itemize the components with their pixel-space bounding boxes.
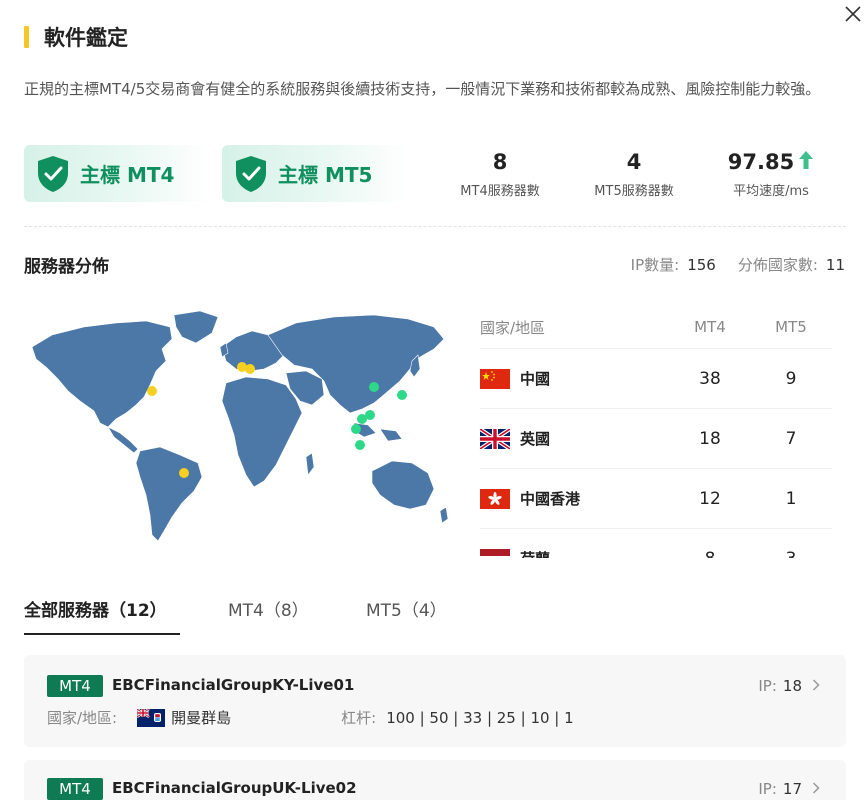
tab-mt4[interactable]: MT4（8） bbox=[228, 596, 309, 621]
server-name: EBCFinancialGroupUK-Live02 bbox=[112, 779, 357, 797]
leverage-value: 100 | 50 | 33 | 25 | 10 | 1 bbox=[386, 708, 574, 727]
table-row: 荷蘭 8 3 bbox=[480, 529, 832, 558]
server-tabs: 全部服務器（12） MT4（8） MT5（4） bbox=[24, 596, 464, 636]
country-mt4-count: 8 bbox=[670, 549, 750, 559]
china-flag-icon bbox=[480, 368, 510, 389]
stat-speed-value: 97.85 bbox=[727, 150, 795, 174]
stat-avg-speed: 97.85 平均速度/ms bbox=[716, 148, 826, 199]
country-mt5-count: 1 bbox=[785, 488, 797, 509]
table-row: 英國 18 7 bbox=[480, 409, 832, 469]
country-mt5-count: 9 bbox=[785, 368, 797, 389]
distribution-stats: IP數量: 156 分佈國家數: 11 bbox=[631, 254, 845, 275]
platform-tag: MT4 bbox=[47, 778, 103, 800]
col-header-mt5: MT5 bbox=[775, 318, 807, 336]
leverage-label: 杠杆: bbox=[341, 709, 377, 727]
section-divider bbox=[24, 226, 846, 227]
badge-mt4-label: 主標 MT4 bbox=[80, 163, 175, 187]
title-accent-bar bbox=[24, 26, 29, 48]
country-name: 荷蘭 bbox=[520, 548, 550, 558]
page-title: 軟件鑑定 bbox=[44, 26, 128, 50]
active-tab-indicator bbox=[24, 633, 180, 635]
tab-all-servers[interactable]: 全部服務器（12） bbox=[24, 596, 167, 621]
server-meta: 國家/地區: 開曼群島 杠杆: 100 | 50 | 33 | 25 | 10 … bbox=[47, 707, 574, 728]
country-table-header: 國家/地區 MT4 MT5 bbox=[480, 306, 832, 349]
shield-check-icon bbox=[38, 155, 68, 192]
country-name: 中國香港 bbox=[520, 490, 581, 508]
hong-kong-flag-icon bbox=[480, 488, 510, 509]
col-header-region: 國家/地區 bbox=[480, 318, 546, 337]
table-row: 中國 38 9 bbox=[480, 349, 832, 409]
section-title-distribution: 服務器分佈 bbox=[24, 257, 109, 277]
country-mt4-count: 18 bbox=[699, 428, 721, 449]
platform-tag: MT4 bbox=[47, 675, 103, 697]
world-map bbox=[31, 310, 449, 542]
region-value: 開曼群島 bbox=[171, 709, 232, 727]
table-row: 中國香港 12 1 bbox=[480, 469, 832, 529]
close-icon[interactable] bbox=[843, 4, 863, 24]
server-card[interactable]: MT4 EBCFinancialGroupUK-Live02 IP: 17 bbox=[24, 760, 846, 800]
country-count: 分佈國家數: 11 bbox=[737, 256, 845, 274]
server-ip-count[interactable]: IP: 18 bbox=[758, 677, 820, 695]
badge-mt5-label: 主標 MT5 bbox=[278, 163, 373, 187]
region-label: 國家/地區: bbox=[47, 709, 118, 727]
badge-mt5: 主標 MT5 bbox=[222, 145, 410, 202]
shield-check-icon bbox=[236, 155, 266, 192]
netherlands-flag-icon bbox=[480, 548, 510, 558]
chevron-right-icon bbox=[812, 679, 820, 691]
country-name: 英國 bbox=[520, 430, 551, 448]
col-header-mt4: MT4 bbox=[694, 318, 726, 336]
country-mt5-count: 7 bbox=[785, 428, 797, 449]
stat-mt4-label: MT4服務器數 bbox=[460, 184, 540, 199]
country-table[interactable]: 國家/地區 MT4 MT5 中國 38 9 英國 18 7 中國香港 12 1 bbox=[480, 306, 832, 558]
country-mt4-count: 12 bbox=[699, 488, 721, 509]
stat-mt5-servers: 4 MT5服務器數 bbox=[582, 148, 686, 199]
stat-mt4-value: 8 bbox=[492, 150, 508, 174]
arrow-up-icon bbox=[799, 151, 814, 169]
cayman-islands-flag-icon bbox=[137, 708, 166, 727]
stat-mt4-servers: 8 MT4服務器數 bbox=[448, 148, 552, 199]
badge-mt4: 主標 MT4 bbox=[24, 145, 212, 202]
tab-mt5[interactable]: MT5（4） bbox=[366, 596, 447, 621]
country-name: 中國 bbox=[520, 370, 551, 388]
country-mt5-count: 3 bbox=[750, 549, 832, 559]
stat-speed-label: 平均速度/ms bbox=[733, 184, 809, 199]
stat-mt5-label: MT5服務器數 bbox=[594, 184, 674, 199]
server-card[interactable]: MT4 EBCFinancialGroupKY-Live01 IP: 18 國家/… bbox=[24, 655, 846, 747]
country-mt4-count: 38 bbox=[699, 368, 721, 389]
uk-flag-icon bbox=[480, 428, 510, 449]
server-name: EBCFinancialGroupKY-Live01 bbox=[112, 676, 355, 694]
stat-mt5-value: 4 bbox=[626, 150, 642, 174]
server-ip-count[interactable]: IP: 17 bbox=[758, 780, 820, 798]
chevron-right-icon bbox=[812, 782, 820, 794]
ip-count: IP數量: 156 bbox=[630, 256, 716, 274]
page-description: 正規的主標MT4/5交易商會有健全的系統服務與後續技術支持，一般情況下業務和技術… bbox=[24, 80, 821, 98]
